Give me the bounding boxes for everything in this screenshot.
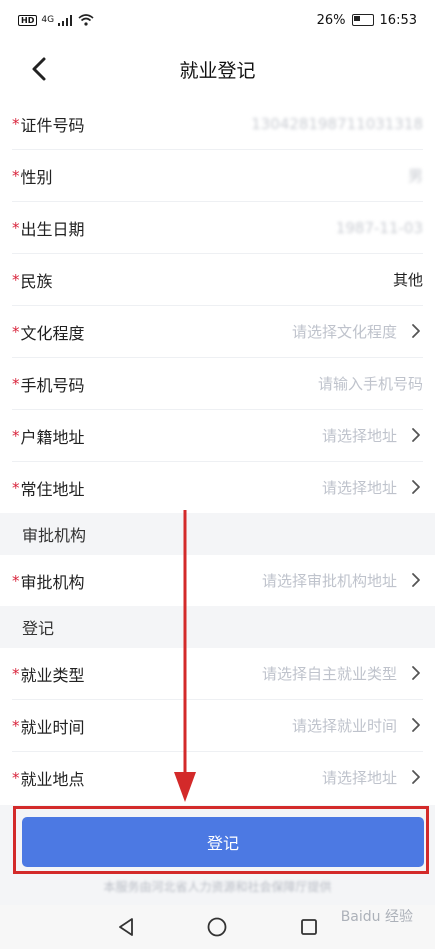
field-value[interactable]: 请输入手机号码 xyxy=(318,373,423,394)
required-marker: * xyxy=(12,322,20,341)
field-label: 就业地点 xyxy=(20,769,85,789)
required-marker: * xyxy=(12,374,20,393)
watermark: Baidu 经验 xyxy=(340,909,413,925)
footer-note: 本服务由河北省人力资源和社会保障厅提供 xyxy=(103,880,332,894)
recents-square-icon[interactable] xyxy=(298,916,320,938)
field-value[interactable]: 请选择审批机构地址 xyxy=(262,570,397,591)
status-bar: HD 4G 26% 16:53 xyxy=(0,0,435,40)
form-row[interactable]: * 民族 其他 xyxy=(12,254,423,306)
chevron-right-icon xyxy=(412,428,420,442)
field-label: 常住地址 xyxy=(20,479,85,499)
nav-bar: 就业登记 xyxy=(0,40,435,98)
form-row[interactable]: * 户籍地址 请选择地址 xyxy=(12,410,423,462)
form-row[interactable]: * 就业类型 请选择自主就业类型 xyxy=(12,648,423,700)
form-row[interactable]: * 审批机构 请选择审批机构地址 xyxy=(12,555,423,606)
personal-info-group: * 证件号码 130428198711031318 * 性别男 * 出生日期 1987-11-… xyxy=(0,98,435,513)
field-label: 性别 xyxy=(20,167,53,187)
status-left: HD 4G xyxy=(18,14,94,26)
chevron-right-icon xyxy=(412,770,420,784)
section-header-approval: 审批机构 xyxy=(0,513,435,555)
required-marker: * xyxy=(12,114,20,133)
back-arrow-icon[interactable] xyxy=(26,53,54,85)
required-marker: * xyxy=(12,270,20,289)
required-marker: * xyxy=(12,716,20,735)
field-value[interactable]: 请选择就业时间 xyxy=(292,715,397,736)
hd-badge: HD xyxy=(18,14,38,26)
submit-button[interactable]: 登记 xyxy=(22,817,424,867)
field-label: 出生日期 xyxy=(20,219,85,239)
field-label: 户籍地址 xyxy=(20,427,85,447)
field-label: 民族 xyxy=(20,271,53,291)
field-label: 证件号码 xyxy=(20,115,85,135)
field-label: 文化程度 xyxy=(20,323,85,343)
network-type: 4G xyxy=(41,15,55,25)
section-header-register: 登记 xyxy=(0,606,435,648)
chevron-right-icon xyxy=(412,573,420,587)
signal-icon xyxy=(58,14,73,26)
required-marker: * xyxy=(12,218,20,237)
field-value[interactable]: 请选择地址 xyxy=(322,477,397,498)
section-title: 审批机构 xyxy=(22,526,87,545)
page-title: 就业登记 xyxy=(179,59,256,82)
register-group: * 就业类型 请选择自主就业类型 * 就业时间 请选择就业时间 * 就业地点 请选择地址 xyxy=(0,648,435,803)
form-row[interactable]: * 证件号码 130428198711031318 xyxy=(12,98,423,150)
battery-percent: 26% xyxy=(316,12,346,28)
back-triangle-icon[interactable] xyxy=(115,916,137,938)
field-label: 就业类型 xyxy=(20,665,85,685)
form-row[interactable]: * 出生日期 1987-11-03 xyxy=(12,202,423,254)
submit-label: 登记 xyxy=(206,834,239,853)
required-marker: * xyxy=(12,571,20,590)
field-value[interactable]: 130428198711031318 xyxy=(251,115,423,133)
chevron-right-icon xyxy=(412,480,420,494)
section-title: 登记 xyxy=(22,619,55,638)
field-value[interactable]: 男 xyxy=(408,165,423,186)
form-row[interactable]: * 就业地点 请选择地址 xyxy=(12,752,423,803)
registration-form: * 证件号码 130428198711031318 * 性别男 * 出生日期 1987-11-… xyxy=(0,98,435,803)
approval-group: * 审批机构 请选择审批机构地址 xyxy=(0,555,435,606)
chevron-right-icon xyxy=(412,324,420,338)
field-label: 就业时间 xyxy=(20,717,85,737)
required-marker: * xyxy=(12,426,20,445)
required-marker: * xyxy=(12,768,20,787)
home-circle-icon[interactable] xyxy=(206,916,228,938)
required-marker: * xyxy=(12,166,20,185)
battery-icon xyxy=(351,14,374,26)
red-annotation-arrow xyxy=(174,510,196,802)
form-row[interactable]: * 文化程度 请选择文化程度 xyxy=(12,306,423,358)
form-row[interactable]: * 就业时间 请选择就业时间 xyxy=(12,700,423,752)
field-value[interactable]: 1987-11-03 xyxy=(336,219,423,237)
field-label: 手机号码 xyxy=(20,375,85,395)
form-row[interactable]: * 手机号码 请输入手机号码 xyxy=(12,358,423,410)
form-row[interactable]: * 性别 男 xyxy=(12,150,423,202)
required-marker: * xyxy=(12,478,20,497)
clock: 16:53 xyxy=(379,12,417,28)
field-label: 审批机构 xyxy=(20,572,85,592)
form-row[interactable]: * 常住地址 请选择地址 xyxy=(12,462,423,513)
field-value[interactable]: 请选择自主就业类型 xyxy=(262,663,397,684)
status-right: 26% 16:53 xyxy=(317,13,417,28)
chevron-right-icon xyxy=(412,718,420,732)
required-marker: * xyxy=(12,664,20,683)
wifi-icon xyxy=(78,14,94,26)
field-value[interactable]: 请选择文化程度 xyxy=(292,321,397,342)
field-value[interactable]: 其他 xyxy=(393,269,423,290)
field-value[interactable]: 请选择地址 xyxy=(322,425,397,446)
chevron-right-icon xyxy=(412,666,420,680)
field-value[interactable]: 请选择地址 xyxy=(322,767,397,788)
